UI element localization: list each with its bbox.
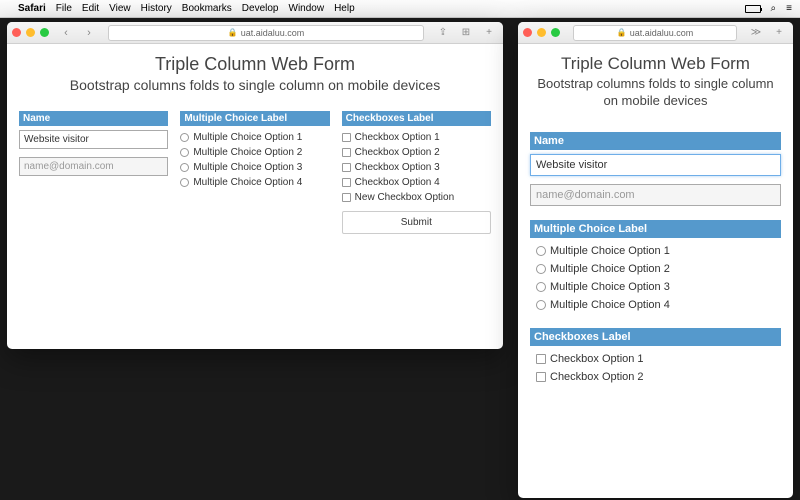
checkboxes-label: Checkboxes Label [342, 111, 491, 126]
macos-menubar: Safari File Edit View History Bookmarks … [0, 0, 800, 18]
lock-icon: 🔒 [228, 28, 238, 37]
checkbox-option[interactable]: Checkbox Option 2 [342, 145, 491, 160]
checkbox-option[interactable]: Checkbox Option 2 [530, 368, 781, 386]
forward-button[interactable]: › [80, 25, 98, 40]
checkbox-option[interactable]: Checkbox Option 1 [342, 130, 491, 145]
checkboxes-label: Checkboxes Label [530, 328, 781, 346]
tabs-button[interactable]: ⊞ [457, 25, 475, 40]
app-name[interactable]: Safari [18, 3, 46, 14]
radio-option[interactable]: Multiple Choice Option 1 [180, 130, 329, 145]
radio-option[interactable]: Multiple Choice Option 4 [530, 296, 781, 314]
new-tab-button[interactable]: + [770, 25, 788, 40]
checkbox-option[interactable]: Checkbox Option 1 [530, 350, 781, 368]
menu-edit[interactable]: Edit [82, 3, 99, 14]
name-input[interactable]: Website visitor [530, 154, 781, 176]
page-content: Triple Column Web Form Bootstrap columns… [7, 44, 503, 349]
menu-develop[interactable]: Develop [242, 3, 279, 14]
checkbox-icon [342, 178, 351, 187]
menu-help[interactable]: Help [334, 3, 355, 14]
url-text: uat.aidaluu.com [630, 28, 694, 38]
url-text: uat.aidaluu.com [241, 28, 305, 38]
name-label: Name [530, 132, 781, 150]
battery-icon[interactable] [745, 5, 761, 13]
zoom-icon[interactable] [551, 28, 560, 37]
submit-button[interactable]: Submit [342, 211, 491, 234]
radio-option[interactable]: Multiple Choice Option 3 [530, 278, 781, 296]
radio-icon [180, 148, 189, 157]
minimize-icon[interactable] [537, 28, 546, 37]
checkbox-icon [342, 148, 351, 157]
radio-icon [536, 264, 546, 274]
checkbox-icon [342, 163, 351, 172]
minimize-icon[interactable] [26, 28, 35, 37]
menu-window[interactable]: Window [289, 3, 325, 14]
checkbox-option[interactable]: Checkbox Option 3 [342, 160, 491, 175]
notification-center-icon[interactable]: ≡ [786, 3, 792, 14]
menu-history[interactable]: History [141, 3, 172, 14]
page-subtitle: Bootstrap columns folds to single column… [19, 77, 491, 93]
zoom-icon[interactable] [40, 28, 49, 37]
menu-bookmarks[interactable]: Bookmarks [182, 3, 232, 14]
checkbox-icon [342, 133, 351, 142]
multiple-choice-label: Multiple Choice Label [180, 111, 329, 126]
email-input[interactable]: name@domain.com [19, 157, 168, 176]
back-button[interactable]: ‹ [57, 25, 75, 40]
safari-window-wide: ‹ › 🔒 uat.aidaluu.com ⇪ ⊞ + Triple Colum… [7, 22, 503, 349]
checkbox-option[interactable]: New Checkbox Option [342, 190, 491, 205]
address-bar[interactable]: 🔒 uat.aidaluu.com [108, 25, 424, 41]
spotlight-icon[interactable]: ⌕ [771, 3, 777, 14]
radio-icon [180, 163, 189, 172]
name-label: Name [19, 111, 168, 126]
radio-icon [536, 300, 546, 310]
radio-option[interactable]: Multiple Choice Option 2 [530, 260, 781, 278]
radio-option[interactable]: Multiple Choice Option 3 [180, 160, 329, 175]
checkbox-icon [536, 354, 546, 364]
radio-option[interactable]: Multiple Choice Option 4 [180, 175, 329, 190]
page-title: Triple Column Web Form [530, 54, 781, 74]
email-input[interactable]: name@domain.com [530, 184, 781, 206]
radio-icon [536, 246, 546, 256]
more-button[interactable]: ≫ [747, 25, 765, 40]
menu-view[interactable]: View [109, 3, 131, 14]
name-input[interactable]: Website visitor [19, 130, 168, 149]
radio-icon [180, 178, 189, 187]
checkbox-option[interactable]: Checkbox Option 4 [342, 175, 491, 190]
close-icon[interactable] [523, 28, 532, 37]
close-icon[interactable] [12, 28, 21, 37]
radio-option[interactable]: Multiple Choice Option 2 [180, 145, 329, 160]
page-content: Triple Column Web Form Bootstrap columns… [518, 44, 793, 498]
checkbox-icon [536, 372, 546, 382]
multiple-choice-label: Multiple Choice Label [530, 220, 781, 238]
new-tab-button[interactable]: + [480, 25, 498, 40]
checkbox-icon [342, 193, 351, 202]
safari-window-narrow: 🔒 uat.aidaluu.com ≫ + Triple Column Web … [518, 22, 793, 498]
address-bar[interactable]: 🔒 uat.aidaluu.com [573, 25, 737, 41]
page-title: Triple Column Web Form [19, 54, 491, 75]
window-titlebar[interactable]: ‹ › 🔒 uat.aidaluu.com ⇪ ⊞ + [7, 22, 503, 44]
lock-icon: 🔒 [617, 28, 627, 37]
share-button[interactable]: ⇪ [434, 25, 452, 40]
radio-option[interactable]: Multiple Choice Option 1 [530, 242, 781, 260]
window-titlebar[interactable]: 🔒 uat.aidaluu.com ≫ + [518, 22, 793, 44]
radio-icon [536, 282, 546, 292]
menu-file[interactable]: File [56, 3, 72, 14]
page-subtitle: Bootstrap columns folds to single column… [530, 76, 781, 110]
radio-icon [180, 133, 189, 142]
